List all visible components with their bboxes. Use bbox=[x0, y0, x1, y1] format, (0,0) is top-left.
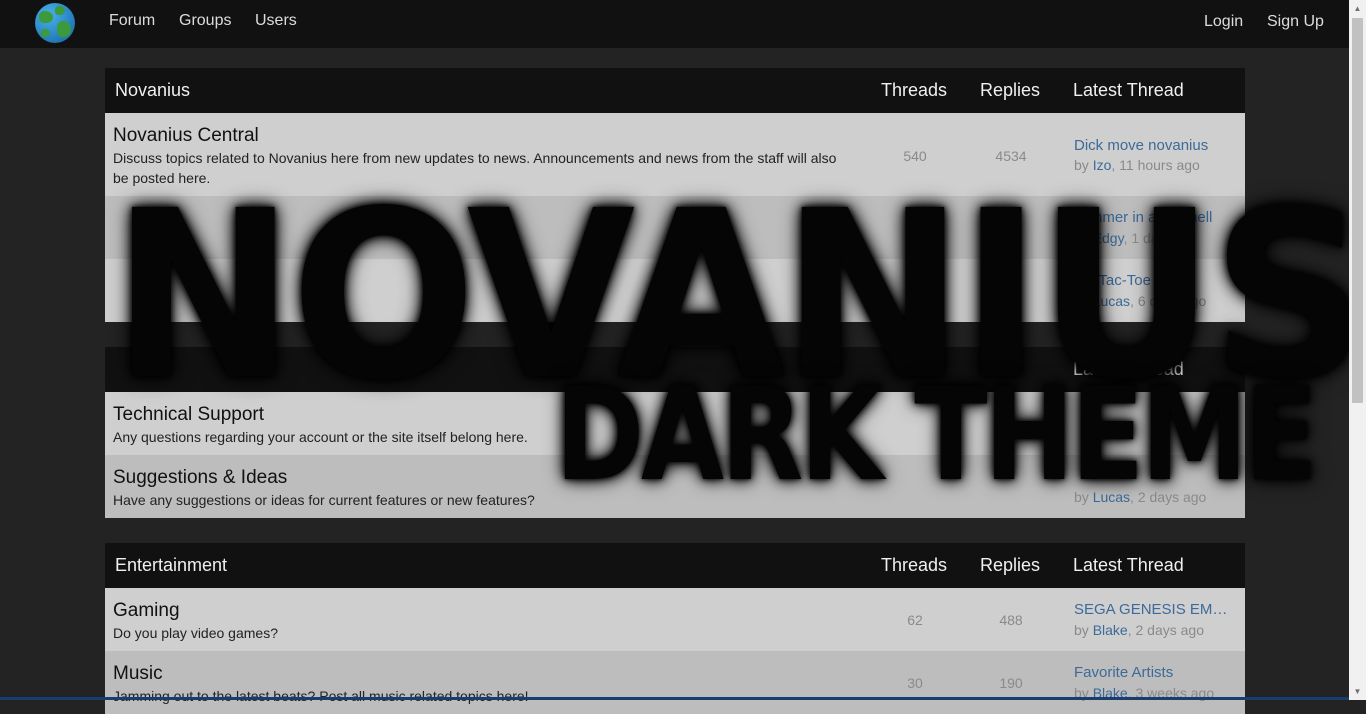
forum-row: Music Jamming out to the latest beats? P… bbox=[105, 651, 1245, 714]
latest-thread-link[interactable]: Favorite Artists bbox=[1074, 664, 1234, 681]
scroll-down-arrow-icon[interactable]: ▼ bbox=[1349, 683, 1366, 700]
latest-thread-author-link[interactable]: Lucas bbox=[1093, 489, 1130, 505]
scrollbar-thumb[interactable] bbox=[1352, 18, 1363, 403]
forum-row: Novanius Central Discuss topics related … bbox=[105, 113, 1245, 196]
forum-description: Jamming out to the latest beats? Post al… bbox=[113, 688, 529, 704]
forum-description: Do you play video games? bbox=[113, 625, 278, 641]
forum-name-link[interactable]: Gaming bbox=[113, 600, 180, 622]
byline-time: , 2 days ago bbox=[1130, 489, 1207, 505]
section-header: Entertainment Threads Replies Latest Thr… bbox=[105, 543, 1245, 588]
latest-thread-author-link[interactable]: Blake bbox=[1093, 622, 1128, 638]
forum-name-link[interactable]: Novanius Central bbox=[113, 125, 259, 147]
byline-time: , 6 days ago bbox=[1130, 293, 1207, 309]
forum-row: Technical Support Any questions regardin… bbox=[105, 392, 1245, 455]
top-navbar: Forum Groups Users Login Sign Up bbox=[0, 0, 1349, 48]
latest-thread-link[interactable]: Dick move novanius bbox=[1074, 137, 1234, 154]
latest-thread-column-header: Latest Thread bbox=[1073, 359, 1184, 379]
byline-prefix: by bbox=[1074, 157, 1093, 173]
forum-description: Any questions regarding your account or … bbox=[113, 429, 528, 445]
latest-thread-byline: by Edgy, 1 day ago bbox=[1074, 230, 1193, 246]
latest-thread-author-link[interactable]: Lucas bbox=[1093, 293, 1130, 309]
section-title: Novanius bbox=[115, 80, 191, 100]
forum-row: Tic-Tac-Toe (ish) by Lucas, 6 days ago bbox=[105, 259, 1245, 322]
byline-time: , 1 day ago bbox=[1123, 230, 1193, 246]
reply-count: 488 bbox=[999, 612, 1023, 628]
forum-description: Discuss topics related to Novanius here … bbox=[113, 150, 837, 186]
latest-thread-byline: by Lucas, 2 days ago bbox=[1074, 489, 1206, 505]
forum-section-novanius: Novanius Threads Replies Latest Thread N… bbox=[105, 68, 1245, 322]
scroll-up-arrow-icon[interactable]: ▲ bbox=[1349, 0, 1366, 17]
forum-name-link[interactable]: Music bbox=[113, 663, 163, 685]
latest-thread-link[interactable]: SEGA GENESIS EMULATOR bbox=[1074, 601, 1234, 618]
section-header: Novanius Threads Replies Latest Thread bbox=[105, 68, 1245, 113]
byline-prefix: by bbox=[1074, 293, 1093, 309]
reply-count: 4534 bbox=[995, 148, 1027, 164]
forum-section-entertainment: Entertainment Threads Replies Latest Thr… bbox=[105, 543, 1245, 714]
forum-row: Suggestions & Ideas Have any suggestions… bbox=[105, 455, 1245, 518]
latest-thread-byline: by Blake, 2 days ago bbox=[1074, 622, 1204, 638]
replies-column-header: Replies bbox=[980, 80, 1041, 100]
latest-thread-link[interactable]: Tic-Tac-Toe (ish) bbox=[1074, 272, 1234, 289]
forum-name-link[interactable]: Technical Support bbox=[113, 404, 264, 426]
forum-name-link[interactable]: Suggestions & Ideas bbox=[113, 467, 287, 489]
signup-link[interactable]: Sign Up bbox=[1267, 13, 1324, 31]
byline-prefix: by bbox=[1074, 230, 1093, 246]
nav-users-link[interactable]: Users bbox=[255, 12, 297, 30]
forum-row: Gaming Do you play video games? 62 488 S… bbox=[105, 588, 1245, 651]
byline-time: , 11 hours ago bbox=[1111, 157, 1200, 173]
globe-logo-icon[interactable] bbox=[35, 3, 75, 43]
latest-thread-author-link[interactable]: Edgy bbox=[1093, 230, 1124, 246]
section-title: Entertainment bbox=[115, 555, 228, 575]
latest-thread-byline: by Lucas, 6 days ago bbox=[1074, 293, 1206, 309]
replies-column-header: Replies bbox=[980, 555, 1041, 575]
thread-count: 30 bbox=[907, 675, 923, 691]
reply-count: 190 bbox=[999, 675, 1023, 691]
latest-thread-link[interactable]: summer in a nutshell bbox=[1074, 209, 1234, 226]
latest-thread-column-header: Latest Thread bbox=[1073, 80, 1184, 100]
latest-thread-author-link[interactable]: Izo bbox=[1093, 157, 1112, 173]
threads-column-header: Threads bbox=[881, 80, 948, 100]
section-header: Latest Thread bbox=[105, 347, 1245, 392]
nav-groups-link[interactable]: Groups bbox=[179, 12, 231, 30]
byline-time: , 2 days ago bbox=[1127, 622, 1204, 638]
byline-prefix: by bbox=[1074, 622, 1093, 638]
nav-forum-link[interactable]: Forum bbox=[109, 12, 155, 30]
latest-thread-column-header: Latest Thread bbox=[1073, 555, 1184, 575]
vertical-scrollbar[interactable]: ▲ ▼ bbox=[1349, 0, 1366, 700]
thread-count: 62 bbox=[907, 612, 923, 628]
latest-thread-byline: by Izo, 11 hours ago bbox=[1074, 157, 1200, 173]
byline-prefix: by bbox=[1074, 489, 1093, 505]
thread-count: 540 bbox=[903, 148, 927, 164]
forum-description: Have any suggestions or ideas for curren… bbox=[113, 492, 535, 508]
forum-section-support: Latest Thread Technical Support Any ques… bbox=[105, 347, 1245, 518]
forum-row: summer in a nutshell by Edgy, 1 day ago bbox=[105, 196, 1245, 259]
login-link[interactable]: Login bbox=[1204, 13, 1243, 31]
threads-column-header: Threads bbox=[881, 555, 948, 575]
